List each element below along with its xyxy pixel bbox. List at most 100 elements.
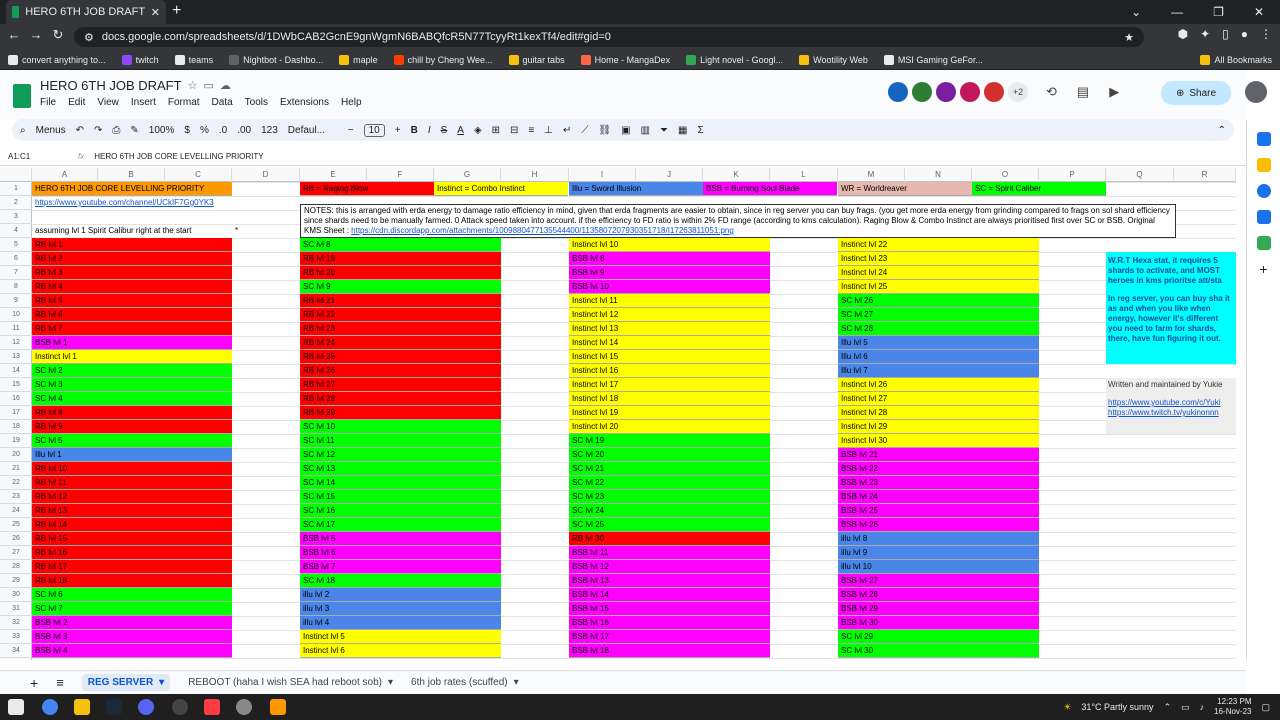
forward-arrow-icon[interactable]: → — [26, 27, 46, 42]
bookmark-item[interactable]: guitar tabs — [508, 54, 565, 65]
menu-tools[interactable]: Tools — [245, 97, 268, 108]
skill-level-cell[interactable]: BSB lvl 1 — [32, 336, 232, 350]
row-number[interactable]: 30 — [0, 588, 32, 602]
merge-cells-icon[interactable]: ⊟ — [510, 125, 518, 136]
skill-level-cell[interactable]: Instinct lvl 26 — [838, 378, 1039, 392]
star-icon[interactable]: ☆ — [188, 79, 198, 92]
legend-cell[interactable]: SC = Spirit Caliber — [972, 182, 1106, 196]
skill-level-cell[interactable]: BSB lvl 25 — [838, 504, 1039, 518]
text-color-icon[interactable]: A — [457, 125, 464, 136]
row-number[interactable]: 5 — [0, 238, 32, 252]
youtube-link-cell[interactable]: https://www.youtube.com/channel/UCkIF7Gg… — [32, 196, 232, 210]
skill-level-cell[interactable]: Instinct lvl 12 — [569, 308, 770, 322]
skill-level-cell[interactable]: BSB lvl 11 — [569, 546, 770, 560]
browser-tab[interactable]: HERO 6TH JOB DRAFT - Google ✕ — [6, 0, 166, 24]
skill-level-cell[interactable]: RB lvl 27 — [300, 378, 501, 392]
share-button[interactable]: ⊕ Share — [1161, 81, 1231, 105]
column-header[interactable]: F — [367, 168, 434, 182]
extension-puzzle-icon[interactable]: ✦ — [1200, 27, 1210, 41]
skill-level-cell[interactable]: RB lvl 15 — [32, 532, 232, 546]
collaborator-avatar[interactable] — [912, 82, 932, 102]
app-icon[interactable] — [236, 699, 252, 715]
more-collaborators[interactable]: +2 — [1008, 82, 1028, 102]
skill-level-cell[interactable]: SC lvl 9 — [300, 280, 501, 294]
skill-level-cell[interactable]: RB lvl 18 — [32, 574, 232, 588]
skill-level-cell[interactable]: BSB lvl 24 — [838, 490, 1039, 504]
column-header[interactable]: R — [1174, 168, 1236, 182]
font-size-input[interactable]: 10 — [363, 123, 385, 137]
row-number[interactable]: 15 — [0, 378, 32, 392]
skill-level-cell[interactable]: BSB lvl 22 — [838, 462, 1039, 476]
skill-level-cell[interactable]: Instinct lvl 20 — [569, 420, 770, 434]
cloud-status-icon[interactable]: ☁ — [220, 79, 231, 92]
skill-level-cell[interactable]: SC lvl 15 — [300, 490, 501, 504]
skill-level-cell[interactable]: RB lvl 6 — [32, 308, 232, 322]
skill-level-cell[interactable]: RB lvl 9 — [32, 420, 232, 434]
skill-level-cell[interactable]: RB lvl 10 — [32, 462, 232, 476]
skill-level-cell[interactable]: SC lvl 21 — [569, 462, 770, 476]
skill-level-cell[interactable]: BSB lvl 29 — [838, 602, 1039, 616]
skill-level-cell[interactable]: RB lvl 22 — [300, 308, 501, 322]
add-addon-icon[interactable]: + — [1257, 262, 1271, 276]
sheets-logo-icon[interactable] — [13, 84, 31, 108]
italic-icon[interactable]: I — [428, 125, 431, 136]
sheet-tab-reboot[interactable]: REBOOT (haha I wish SEA had reboot sob) ▾ — [188, 677, 393, 688]
skill-level-cell[interactable]: RB lvl 26 — [300, 364, 501, 378]
minimize-icon[interactable]: — — [1171, 5, 1183, 19]
skill-level-cell[interactable]: Instinct lvl 23 — [838, 252, 1039, 266]
bookmark-item[interactable]: convert anything to... — [8, 54, 106, 65]
skill-level-cell[interactable]: SC lvl 19 — [569, 434, 770, 448]
bookmark-item[interactable]: MSI Gaming GeFor... — [883, 54, 983, 65]
row-number[interactable]: 33 — [0, 630, 32, 644]
skill-level-cell[interactable]: RB lvl 3 — [32, 266, 232, 280]
skill-level-cell[interactable]: Instinct lvl 15 — [569, 350, 770, 364]
row-number[interactable]: 3 — [0, 210, 32, 224]
bookmark-item[interactable]: teams — [174, 54, 213, 65]
skill-level-cell[interactable]: BSB lvl 23 — [838, 476, 1039, 490]
tab-search-chevron-icon[interactable]: ⌄ — [1131, 5, 1141, 19]
bookmark-item[interactable]: maple — [339, 54, 378, 65]
notes-cell[interactable]: NOTES: this is arranged with erda energy… — [300, 204, 1176, 238]
skill-level-cell[interactable]: RB lvl 8 — [32, 406, 232, 420]
skill-level-cell[interactable]: BSB lvl 10 — [569, 280, 770, 294]
volume-icon[interactable]: ♪ — [1200, 702, 1205, 712]
network-icon[interactable]: ▭ — [1181, 702, 1190, 713]
skill-level-cell[interactable]: RB lvl 23 — [300, 322, 501, 336]
close-window-icon[interactable]: ✕ — [1254, 5, 1264, 19]
bookmark-item[interactable]: Nightbot - Dashbo... — [229, 54, 323, 65]
skill-level-cell[interactable]: Instinct lvl 18 — [569, 392, 770, 406]
comments-icon[interactable]: ▤ — [1077, 84, 1089, 100]
sheet-tab-6th-job-rates[interactable]: 6th job rates (scuffed) ▾ — [411, 677, 519, 688]
skill-level-cell[interactable]: RB lvl 5 — [32, 294, 232, 308]
row-number[interactable]: 2 — [0, 196, 32, 210]
legend-cell[interactable]: WR = Worldreaver — [838, 182, 972, 196]
align-left-icon[interactable]: ≡ — [528, 125, 534, 136]
strikethrough-icon[interactable]: S — [441, 125, 448, 136]
skill-level-cell[interactable]: Illu lvl 5 — [838, 336, 1039, 350]
skill-level-cell[interactable]: Illu lvl 1 — [32, 448, 232, 462]
file-explorer-icon[interactable] — [74, 699, 90, 715]
column-header[interactable]: I — [569, 168, 636, 182]
skill-level-cell[interactable]: SC lvl 25 — [569, 518, 770, 532]
column-header[interactable]: C — [165, 168, 232, 182]
skill-level-cell[interactable]: BSB lvl 2 — [32, 616, 232, 630]
close-tab-icon[interactable]: ✕ — [151, 6, 160, 19]
menu-extensions[interactable]: Extensions — [280, 97, 329, 108]
row-number[interactable]: 17 — [0, 406, 32, 420]
menu-help[interactable]: Help — [341, 97, 362, 108]
row-number[interactable]: 21 — [0, 462, 32, 476]
maps-icon[interactable] — [1256, 236, 1271, 250]
row-number[interactable]: 32 — [0, 616, 32, 630]
search-icon[interactable]: ⌕ — [20, 125, 26, 136]
skill-level-cell[interactable]: Instinct lvl 24 — [838, 266, 1039, 280]
skill-level-cell[interactable]: SC lvl 27 — [838, 308, 1039, 322]
account-avatar[interactable] — [1245, 81, 1267, 103]
skill-level-cell[interactable]: RB lvl 24 — [300, 336, 501, 350]
row-number[interactable]: 13 — [0, 350, 32, 364]
menu-view[interactable]: View — [97, 97, 119, 108]
legend-cell[interactable]: RB = Raging Blow — [300, 182, 434, 196]
contacts-icon[interactable] — [1256, 210, 1271, 224]
skill-level-cell[interactable]: SC lvl 2 — [32, 364, 232, 378]
bookmark-item[interactable]: chill by Cheng Wee... — [393, 54, 493, 65]
skill-level-cell[interactable]: RB lvl 25 — [300, 350, 501, 364]
